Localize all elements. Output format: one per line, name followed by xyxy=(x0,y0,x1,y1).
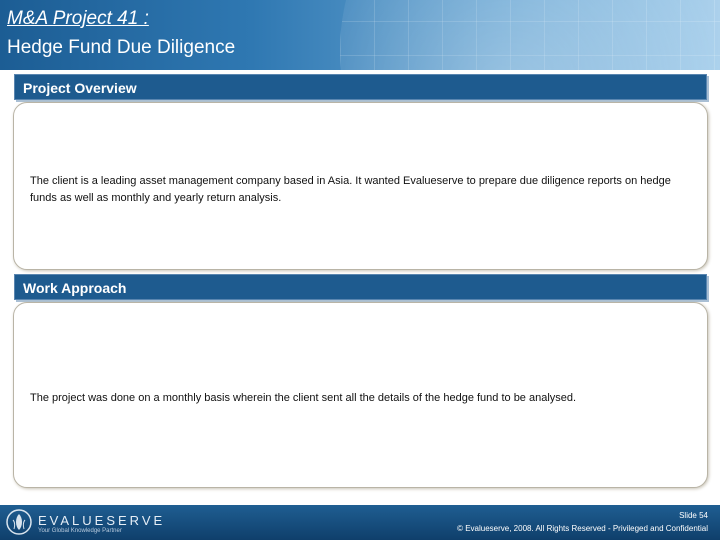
section-body-text: The client is a leading asset management… xyxy=(30,175,671,204)
section-body-text: The project was done on a monthly basis … xyxy=(30,392,577,404)
slide-number: Slide 54 xyxy=(679,511,708,520)
copyright-notice: © Evalueserve, 2008. All Rights Reserved… xyxy=(457,524,708,533)
section-heading-label: Project Overview xyxy=(23,80,137,96)
globe-graphic xyxy=(340,0,720,70)
slide-footer: EVALUESERVE Your Global Knowledge Partne… xyxy=(0,505,720,540)
section-heading-project-overview: Project Overview xyxy=(14,74,707,100)
slide-header: M&A Project 41 : Hedge Fund Due Diligenc… xyxy=(0,0,720,70)
evalueserve-logo-icon xyxy=(6,509,32,535)
section-panel-project-overview: The client is a leading asset management… xyxy=(13,102,708,270)
brand-tagline: Your Global Knowledge Partner xyxy=(38,528,122,534)
section-heading-work-approach: Work Approach xyxy=(14,274,707,300)
slide-title-line2: Hedge Fund Due Diligence xyxy=(7,37,236,58)
section-panel-work-approach: The project was done on a monthly basis … xyxy=(13,302,708,488)
brand-name: EVALUESERVE xyxy=(38,513,166,528)
section-heading-label: Work Approach xyxy=(23,280,127,296)
slide-title-line1: M&A Project 41 : xyxy=(7,8,149,29)
